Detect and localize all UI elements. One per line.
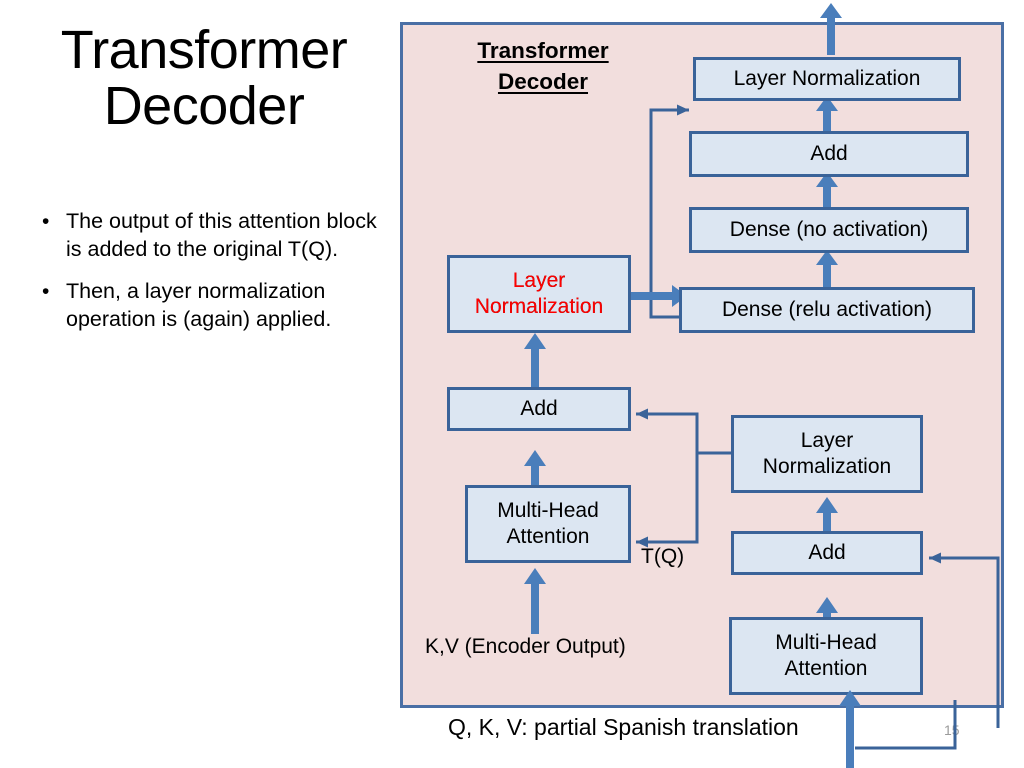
- node-top-add[interactable]: Add: [689, 131, 969, 177]
- node-left-layer-normalization-label: Layer Normalization: [474, 269, 604, 318]
- bullet-text: The output of this attention block is ad…: [66, 209, 377, 261]
- transformer-decoder-diagram-panel: Transformer Decoder Layer Normalization …: [400, 3, 1004, 728]
- arrow-up-icon: [819, 3, 843, 55]
- slide-canvas: Transformer Decoder • The output of this…: [0, 0, 1024, 768]
- list-item: • Then, a layer normalization operation …: [20, 278, 392, 334]
- bullet-text: Then, a layer normalization operation is…: [66, 278, 332, 331]
- node-left-add-label: Add: [520, 397, 558, 421]
- node-dense-no-activation[interactable]: Dense (no activation): [689, 207, 969, 253]
- diagram-canvas: Transformer Decoder Layer Normalization …: [403, 3, 1001, 728]
- arrow-up-icon: [523, 333, 547, 391]
- node-right-add[interactable]: Add: [731, 531, 923, 575]
- node-right-multi-head-attention[interactable]: Multi-Head Attention: [729, 617, 923, 695]
- connector-tq-branch: [625, 406, 745, 551]
- node-top-layer-normalization[interactable]: Layer Normalization: [693, 57, 961, 101]
- node-dense-relu-activation[interactable]: Dense (relu activation): [679, 287, 975, 333]
- bullet-list: • The output of this attention block is …: [20, 208, 392, 348]
- node-left-multi-head-attention[interactable]: Multi-Head Attention: [465, 485, 631, 563]
- diagram-title: Transformer Decoder: [477, 38, 609, 95]
- bullet-marker-icon: •: [42, 279, 50, 303]
- page-title: Transformer Decoder: [60, 20, 348, 137]
- node-left-add[interactable]: Add: [447, 387, 631, 431]
- label-kv-encoder-output: K,V (Encoder Output): [425, 635, 626, 658]
- node-right-layer-normalization[interactable]: Layer Normalization: [731, 415, 923, 493]
- arrow-up-icon: [838, 690, 862, 768]
- diagram-caption: Q, K, V: partial Spanish translation: [448, 714, 799, 740]
- label-t-q: T(Q): [641, 545, 685, 568]
- list-item: • The output of this attention block is …: [20, 208, 392, 264]
- bullet-marker-icon: •: [42, 210, 50, 233]
- arrow-up-icon: [523, 568, 547, 634]
